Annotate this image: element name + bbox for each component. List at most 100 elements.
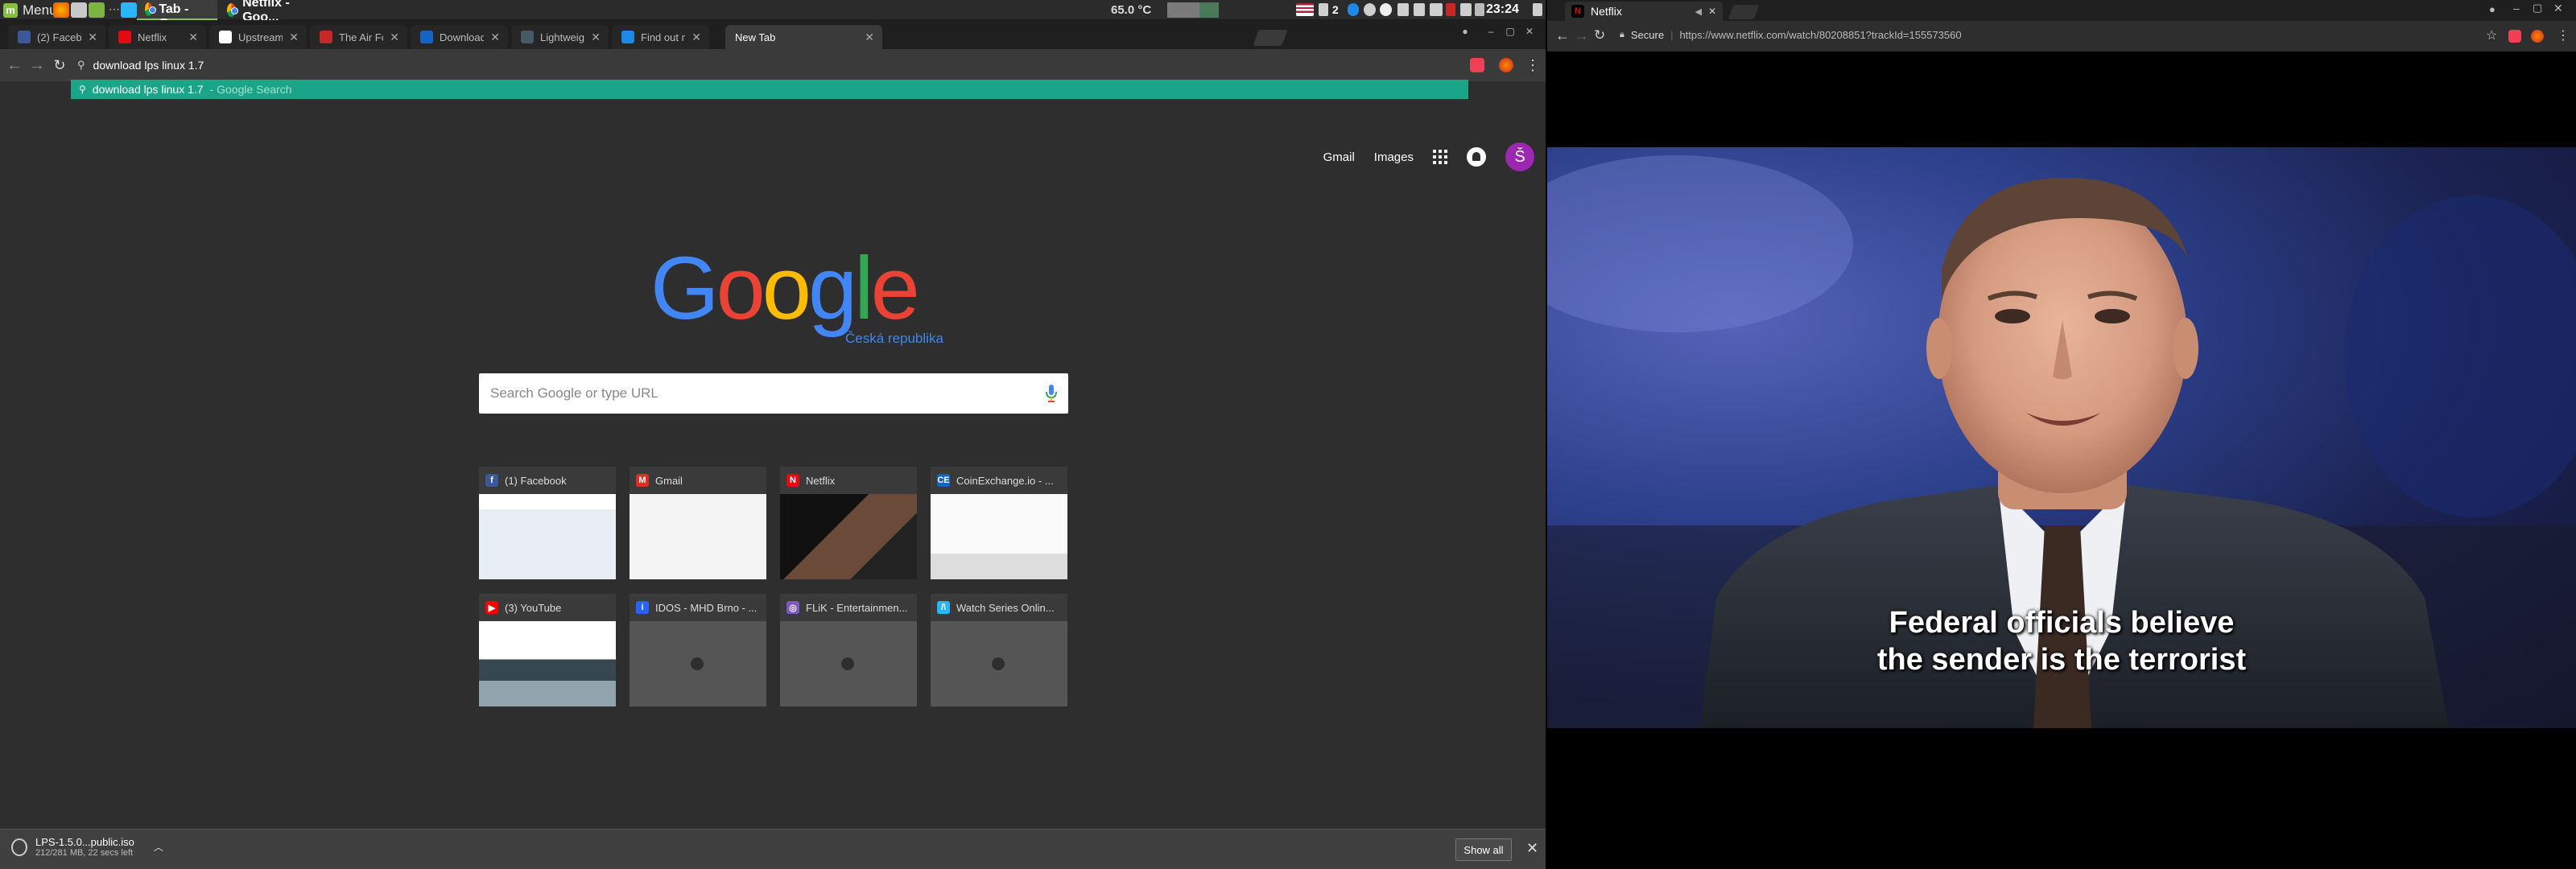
logo-letter: o xyxy=(762,239,811,338)
pocket-extension-icon[interactable] xyxy=(2508,30,2521,43)
download-filename: LPS-1.5.0...public.iso xyxy=(35,836,134,848)
battery-icon[interactable] xyxy=(1446,3,1455,16)
tile-favicon-icon: f xyxy=(485,474,498,487)
chat-icon[interactable] xyxy=(1475,3,1484,16)
gmail-link[interactable]: Gmail xyxy=(1323,150,1355,164)
tab-3[interactable]: The Air Force's secure ✕ xyxy=(310,25,407,49)
tab-title: Download Linux Distri xyxy=(440,31,485,43)
reload-button[interactable]: ↻ xyxy=(1594,27,1605,43)
tab-4[interactable]: Download Linux Distri ✕ xyxy=(411,25,508,49)
suggestion-secondary: - Google Search xyxy=(209,83,292,96)
chevron-up-icon[interactable]: ︿ xyxy=(154,840,163,854)
profile-icon[interactable]: ● xyxy=(2489,3,2496,15)
back-button[interactable]: ← xyxy=(1555,27,1570,44)
tab-close-icon[interactable]: ✕ xyxy=(691,31,701,44)
most-visited-tile[interactable]: M Gmail xyxy=(630,467,766,579)
most-visited-tile[interactable]: f (1) Facebook xyxy=(479,467,616,579)
forward-button[interactable]: → xyxy=(1575,27,1589,44)
back-button[interactable]: ← xyxy=(5,56,24,75)
tab-close-icon[interactable]: ✕ xyxy=(88,31,97,44)
address-bar[interactable]: 🔒︎ Secure | https://www.netflix.com/watc… xyxy=(1620,29,1962,41)
most-visited-tile[interactable]: /\ Watch Series Onlin... xyxy=(931,594,1067,706)
tab-5[interactable]: Lightweight Portable S ✕ xyxy=(511,25,609,49)
tile-favicon-icon: CE xyxy=(937,474,950,487)
omnibox-suggestion[interactable]: ⚲ download lps linux 1.7 - Google Search xyxy=(71,80,1468,99)
more-launchers-icon[interactable]: ⋯ xyxy=(106,2,122,18)
tab-close-icon[interactable]: ✕ xyxy=(188,31,198,44)
firefox-launcher-icon[interactable] xyxy=(53,2,69,18)
network-icon[interactable] xyxy=(1397,3,1409,16)
menu-button[interactable]: m Menu xyxy=(3,1,57,19)
brightness-icon[interactable] xyxy=(1380,3,1392,16)
tab-close-icon[interactable]: ✕ xyxy=(1708,6,1716,17)
tab-7[interactable]: New Tab ✕ xyxy=(725,25,882,49)
subtitle-line: the sender is the terrorist xyxy=(1876,643,2247,677)
volume-icon[interactable] xyxy=(1414,3,1425,16)
tab-2[interactable]: Upstream (software d ✕ xyxy=(209,25,307,49)
printer-icon[interactable] xyxy=(1430,3,1443,16)
files-launcher-icon[interactable] xyxy=(71,2,87,18)
tab-close-icon[interactable]: ✕ xyxy=(390,31,399,44)
most-visited-tile[interactable]: ◎ FLiK - Entertainmen... xyxy=(780,594,917,706)
folder-launcher-icon[interactable] xyxy=(89,2,105,18)
close-window-button[interactable]: ✕ xyxy=(2553,2,2563,15)
omnibox[interactable]: ⚲ download lps linux 1.7 xyxy=(77,54,1462,76)
new-tab-button[interactable] xyxy=(1728,5,1760,19)
images-link[interactable]: Images xyxy=(1374,150,1414,164)
bookmark-star-icon[interactable]: ☆ xyxy=(2486,27,2497,43)
extension-icon[interactable] xyxy=(1499,58,1513,72)
tab-close-icon[interactable]: ✕ xyxy=(591,31,601,44)
search-box[interactable] xyxy=(479,373,1068,414)
mute-icon[interactable]: ◀ xyxy=(1695,6,1701,17)
new-tab-button[interactable] xyxy=(1253,30,1288,46)
close-window-button[interactable]: ✕ xyxy=(1523,25,1536,38)
most-visited-tile[interactable]: N Netflix xyxy=(780,467,917,579)
profile-icon[interactable]: ● xyxy=(1459,25,1472,38)
tile-favicon-icon: ▶ xyxy=(485,601,498,614)
maximize-button[interactable]: ▢ xyxy=(1504,25,1517,38)
tab-close-icon[interactable]: ✕ xyxy=(490,31,500,44)
account-avatar[interactable]: Š xyxy=(1505,142,1534,171)
reload-button[interactable]: ↻ xyxy=(50,56,69,75)
pocket-extension-icon[interactable] xyxy=(1470,58,1484,72)
microphone-icon[interactable] xyxy=(1046,385,1057,402)
extension-icon[interactable] xyxy=(2531,30,2544,43)
shield-icon[interactable] xyxy=(1460,3,1472,16)
close-icon[interactable]: ✕ xyxy=(1526,840,1538,857)
tab-title: (2) Facebook xyxy=(37,31,82,43)
minimize-button[interactable]: – xyxy=(1484,25,1497,38)
placeholder-dot-icon xyxy=(992,657,1005,670)
chrome-menu-icon[interactable]: ⋮ xyxy=(2557,27,2570,43)
most-visited-tile[interactable]: ▶ (3) YouTube xyxy=(479,594,616,706)
system-panel: m Menu ⋯ New Tab - Go... Netflix - Goo..… xyxy=(0,0,1546,31)
tab-6[interactable]: Find out more about A ✕ xyxy=(612,25,709,49)
desktop-launcher-icon[interactable] xyxy=(121,2,137,18)
most-visited-tile[interactable]: CE CoinExchange.io - ... xyxy=(931,467,1067,579)
clock[interactable]: 23:24 xyxy=(1486,2,1519,17)
maximize-button[interactable]: ▢ xyxy=(2533,2,2542,14)
tab-close-icon[interactable]: ✕ xyxy=(289,31,299,44)
bluetooth-icon[interactable] xyxy=(1348,3,1359,16)
clipboard-icon[interactable] xyxy=(1319,3,1328,16)
tile-thumbnail xyxy=(479,621,616,706)
tab-0[interactable]: (2) Facebook ✕ xyxy=(8,25,105,49)
chrome-menu-icon[interactable]: ⋮ xyxy=(1523,56,1542,75)
search-input[interactable] xyxy=(490,385,1046,402)
tab-close-icon[interactable]: ✕ xyxy=(865,31,874,44)
notifications-icon[interactable] xyxy=(1467,147,1486,167)
taskbar-item-new-tab[interactable]: New Tab - Go... xyxy=(137,0,217,31)
settings-gear-icon[interactable] xyxy=(1364,3,1376,16)
forward-button[interactable]: → xyxy=(27,56,47,75)
download-item[interactable]: LPS-1.5.0...public.iso 212/281 MB, 22 se… xyxy=(11,836,163,858)
taskbar-item-netflix[interactable]: Netflix - Goo... xyxy=(219,0,308,24)
flag-us-icon[interactable] xyxy=(1296,3,1314,16)
workspace-number[interactable]: 2 xyxy=(1332,3,1339,16)
netflix-video-player[interactable]: Federal officials believe the sender is … xyxy=(1547,147,2576,728)
user-icon[interactable] xyxy=(1533,3,1542,16)
minimize-button[interactable]: – xyxy=(2513,2,2520,14)
show-all-button[interactable]: Show all xyxy=(1455,838,1512,861)
apps-grid-icon[interactable] xyxy=(1433,150,1447,164)
tab-1[interactable]: Netflix ✕ xyxy=(109,25,206,49)
most-visited-tile[interactable]: i IDOS - MHD Brno - ... xyxy=(630,594,766,706)
tab-netflix[interactable]: N Netflix ◀ ✕ xyxy=(1565,2,1723,21)
